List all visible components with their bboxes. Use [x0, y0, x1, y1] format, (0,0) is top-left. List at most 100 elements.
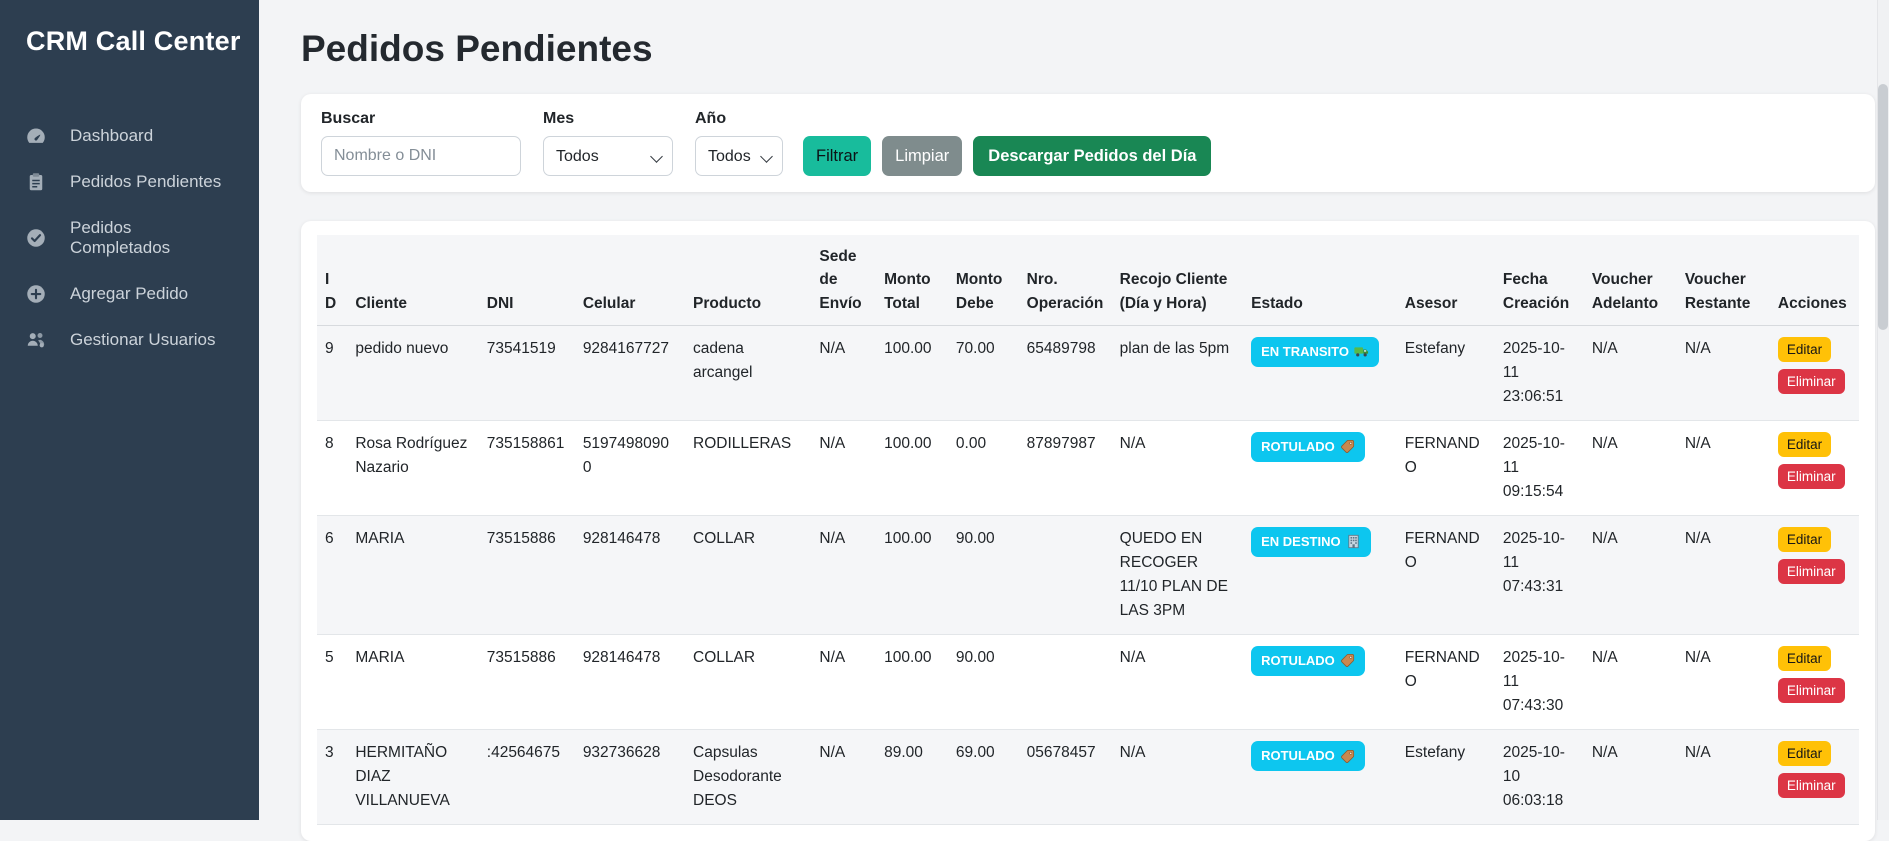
edit-button[interactable]: Editar: [1778, 337, 1831, 362]
cell-sede-envio: N/A: [811, 729, 876, 824]
sidebar-item-agregar-pedido[interactable]: Agregar Pedido: [0, 271, 259, 317]
cell-estado: ROTULADO: [1243, 634, 1397, 729]
cell-voucher-adelanto: N/A: [1584, 515, 1677, 634]
edit-button[interactable]: Editar: [1778, 741, 1831, 766]
orders-tbody: 9pedido nuevo735415199284167727cadena ar…: [317, 325, 1859, 824]
cell-celular: 932736628: [575, 729, 685, 824]
cell-voucher-adelanto: N/A: [1584, 634, 1677, 729]
table-row: 3HERMITAÑO DIAZ VILLANUEVA:4256467593273…: [317, 729, 1859, 824]
cell-asesor: FERNANDO: [1397, 420, 1495, 515]
delete-button[interactable]: Eliminar: [1778, 464, 1845, 489]
sidebar-item-gestionar-usuarios[interactable]: Gestionar Usuarios: [0, 317, 259, 363]
month-select-wrap: Todos: [543, 136, 673, 176]
status-badge: ROTULADO: [1251, 432, 1365, 462]
cell-fecha-creacion: 2025-10-11 23:06:51: [1495, 325, 1584, 420]
column-header: Asesor: [1397, 235, 1495, 325]
cell-producto: Capsulas Desodorante DEOS: [685, 729, 811, 824]
cell-nro-operacion: 87897987: [1019, 420, 1112, 515]
search-field-group: Buscar: [321, 110, 521, 176]
cell-asesor: Estefany: [1397, 729, 1495, 824]
cell-nro-operacion: 05678457: [1019, 729, 1112, 824]
cell-fecha-creacion: 2025-10-10 06:03:18: [1495, 729, 1584, 824]
cell-acciones: Editar Eliminar: [1770, 515, 1859, 634]
year-field-group: Año Todos: [695, 110, 783, 176]
clear-button[interactable]: Limpiar: [882, 136, 962, 176]
cell-fecha-creacion: 2025-10-11 07:43:30: [1495, 634, 1584, 729]
cell-celular: 928146478: [575, 634, 685, 729]
cell-sede-envio: N/A: [811, 325, 876, 420]
cell-monto-total: 100.00: [876, 325, 948, 420]
cell-nro-operacion: [1019, 515, 1112, 634]
delete-button[interactable]: Eliminar: [1778, 678, 1845, 703]
page-title: Pedidos Pendientes: [301, 28, 1875, 70]
search-input[interactable]: [321, 136, 521, 176]
cell-recojo-cliente: N/A: [1112, 729, 1243, 824]
status-label: EN TRANSITO: [1261, 342, 1349, 362]
cell-dni: :42564675: [479, 729, 575, 824]
tag-icon: [1340, 439, 1355, 454]
filter-bar: Buscar Mes Todos Año Todos Filtrar Limpi…: [301, 94, 1875, 192]
column-header: Fecha Creación: [1495, 235, 1584, 325]
vertical-scrollbar[interactable]: [1877, 0, 1889, 820]
column-header: Monto Debe: [948, 235, 1019, 325]
truck-icon: [1354, 344, 1369, 359]
edit-button[interactable]: Editar: [1778, 646, 1831, 671]
sidebar-nav: Dashboard Pedidos Pendientes Pedidos Com…: [0, 113, 259, 363]
cell-voucher-adelanto: N/A: [1584, 325, 1677, 420]
cell-monto-total: 100.00: [876, 634, 948, 729]
cell-monto-debe: 69.00: [948, 729, 1019, 824]
cell-acciones: Editar Eliminar: [1770, 729, 1859, 824]
sidebar-item-label: Dashboard: [70, 126, 153, 146]
cell-id: 9: [317, 325, 347, 420]
cell-monto-total: 89.00: [876, 729, 948, 824]
cell-id: 3: [317, 729, 347, 824]
cell-producto: COLLAR: [685, 634, 811, 729]
month-select[interactable]: Todos: [543, 136, 673, 176]
cell-acciones: Editar Eliminar: [1770, 420, 1859, 515]
sidebar-item-dashboard[interactable]: Dashboard: [0, 113, 259, 159]
status-badge: EN DESTINO: [1251, 527, 1370, 557]
building-icon: [1346, 534, 1361, 549]
cell-recojo-cliente: plan de las 5pm: [1112, 325, 1243, 420]
plus-circle-icon: [26, 284, 46, 304]
cell-id: 5: [317, 634, 347, 729]
cell-voucher-restante: N/A: [1677, 325, 1770, 420]
cell-voucher-restante: N/A: [1677, 515, 1770, 634]
column-header: Sede de Envío: [811, 235, 876, 325]
cell-nro-operacion: 65489798: [1019, 325, 1112, 420]
status-label: EN DESTINO: [1261, 532, 1340, 552]
column-header: Estado: [1243, 235, 1397, 325]
year-select[interactable]: Todos: [695, 136, 783, 176]
column-header: DNI: [479, 235, 575, 325]
cell-estado: EN TRANSITO: [1243, 325, 1397, 420]
delete-button[interactable]: Eliminar: [1778, 369, 1845, 394]
orders-table: IDClienteDNICelularProductoSede de Envío…: [317, 235, 1859, 825]
table-header-row: IDClienteDNICelularProductoSede de Envío…: [317, 235, 1859, 325]
cell-estado: ROTULADO: [1243, 729, 1397, 824]
sidebar-item-pedidos-pendientes[interactable]: Pedidos Pendientes: [0, 159, 259, 205]
edit-button[interactable]: Editar: [1778, 527, 1831, 552]
status-label: ROTULADO: [1261, 437, 1335, 457]
column-header: ID: [317, 235, 347, 325]
cell-voucher-restante: N/A: [1677, 729, 1770, 824]
main-content: Pedidos Pendientes Buscar Mes Todos Año …: [259, 0, 1889, 820]
filter-button[interactable]: Filtrar: [803, 136, 871, 176]
sidebar-item-label: Agregar Pedido: [70, 284, 188, 304]
status-badge: ROTULADO: [1251, 646, 1365, 676]
cell-sede-envio: N/A: [811, 634, 876, 729]
sidebar-item-pedidos-completados[interactable]: Pedidos Completados: [0, 205, 259, 271]
download-day-orders-button[interactable]: Descargar Pedidos del Día: [973, 136, 1211, 176]
column-header: Cliente: [347, 235, 478, 325]
cell-cliente: Rosa Rodríguez Nazario: [347, 420, 478, 515]
delete-button[interactable]: Eliminar: [1778, 773, 1845, 798]
delete-button[interactable]: Eliminar: [1778, 559, 1845, 584]
cell-acciones: Editar Eliminar: [1770, 634, 1859, 729]
cell-monto-total: 100.00: [876, 515, 948, 634]
cell-celular: 9284167727: [575, 325, 685, 420]
cell-nro-operacion: [1019, 634, 1112, 729]
column-header: Nro. Operación: [1019, 235, 1112, 325]
scrollbar-thumb[interactable]: [1878, 84, 1888, 330]
table-row: 9pedido nuevo735415199284167727cadena ar…: [317, 325, 1859, 420]
edit-button[interactable]: Editar: [1778, 432, 1831, 457]
tag-icon: [1340, 749, 1355, 764]
